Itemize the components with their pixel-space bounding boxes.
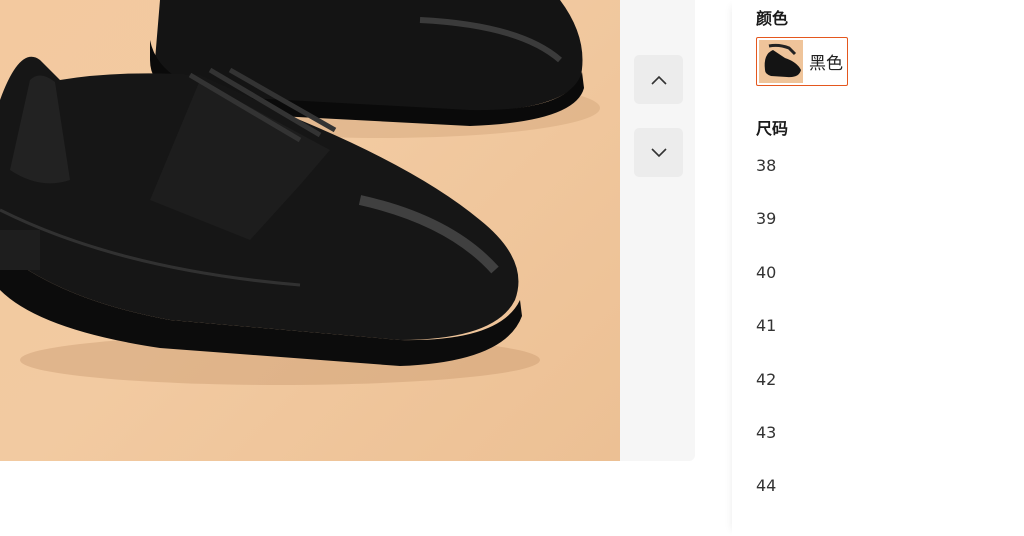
chevron-down-icon bbox=[650, 147, 667, 157]
gallery-next-button[interactable] bbox=[634, 128, 683, 177]
size-list: 38 39 40 41 42 43 44 bbox=[756, 152, 776, 526]
size-option[interactable]: 41 bbox=[756, 312, 776, 365]
size-option[interactable]: 42 bbox=[756, 366, 776, 419]
size-option[interactable]: 44 bbox=[756, 472, 776, 525]
product-detail-view: 颜色 黑色 尺码 38 39 40 41 42 43 44 bbox=[0, 0, 1024, 536]
size-section-title: 尺码 bbox=[756, 119, 789, 138]
product-options-panel: 颜色 黑色 尺码 38 39 40 41 42 43 44 bbox=[732, 0, 1024, 536]
chevron-up-icon bbox=[650, 75, 667, 85]
shoe-thumbnail-icon bbox=[764, 43, 801, 78]
gallery-prev-button[interactable] bbox=[634, 55, 683, 104]
size-option[interactable]: 38 bbox=[756, 152, 776, 205]
size-option[interactable]: 39 bbox=[756, 205, 776, 258]
color-swatch-label: 黑色 bbox=[809, 54, 843, 74]
image-gallery bbox=[0, 0, 695, 461]
color-swatch-thumbnail bbox=[759, 40, 803, 83]
size-option[interactable]: 40 bbox=[756, 259, 776, 312]
main-product-image[interactable] bbox=[0, 0, 620, 461]
shoe-illustration bbox=[0, 0, 600, 385]
size-option[interactable]: 43 bbox=[756, 419, 776, 472]
color-swatch-black[interactable]: 黑色 bbox=[756, 37, 848, 86]
color-section-title: 颜色 bbox=[756, 9, 789, 28]
